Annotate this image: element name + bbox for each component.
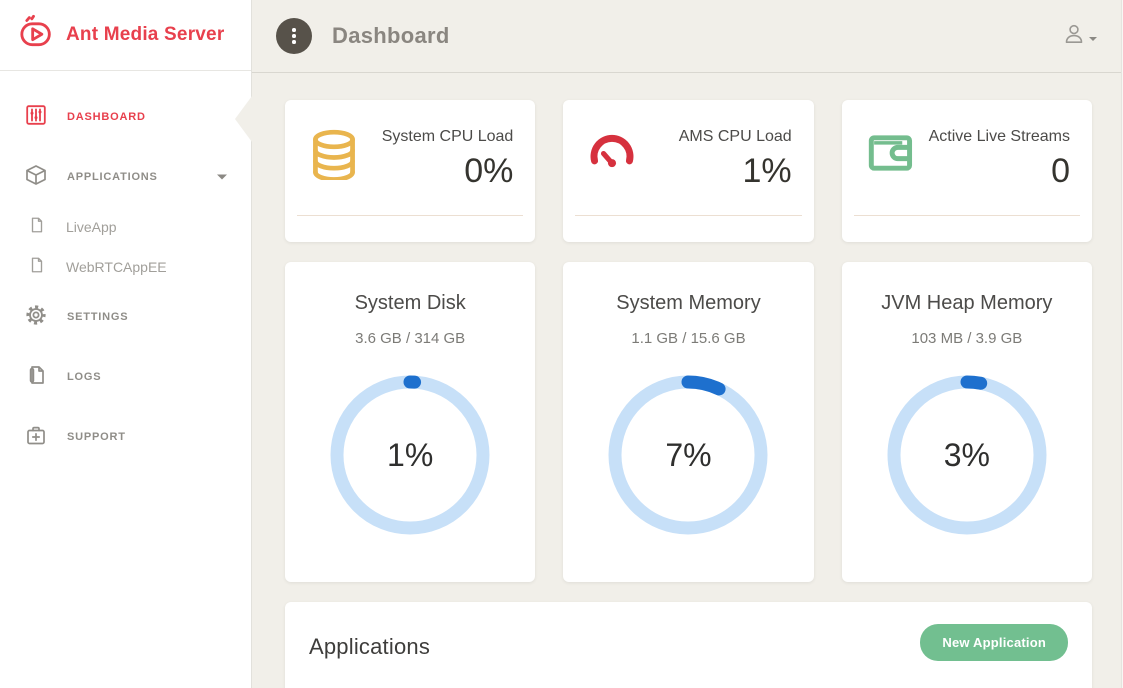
logo[interactable]: Ant Media Server <box>0 0 251 71</box>
sidebar-item-liveapp[interactable]: LiveApp <box>0 207 251 247</box>
new-application-button[interactable]: New Application <box>920 624 1068 661</box>
speedometer-icon <box>585 126 639 191</box>
gauge-title: System Memory <box>563 292 813 315</box>
sidebar-item-label: SUPPORT <box>67 431 126 443</box>
user-menu[interactable] <box>1062 22 1097 51</box>
gear-icon <box>24 303 48 332</box>
log-file-icon <box>24 363 48 392</box>
file-icon <box>28 256 46 279</box>
chevron-down-icon[interactable] <box>217 175 227 180</box>
sidebar-item-support[interactable]: SUPPORT <box>0 413 251 461</box>
sidebar-item-label: APPLICATIONS <box>67 171 158 183</box>
divider <box>575 215 801 216</box>
gauge-ring: 3% <box>885 373 1049 537</box>
sidebar-item-settings[interactable]: SETTINGS <box>0 293 251 341</box>
stat-label: AMS CPU Load <box>639 126 791 148</box>
kebab-menu-icon[interactable] <box>276 18 312 54</box>
sidebar-nav: DASHBOARD APPLICATIONS <box>0 71 251 461</box>
gauge-usage: 3.6 GB / 314 GB <box>285 330 535 347</box>
gauge-usage: 103 MB / 3.9 GB <box>842 330 1092 347</box>
gauge-title: JVM Heap Memory <box>842 292 1092 315</box>
gauge-card-system-memory: System Memory 1.1 GB / 15.6 GB 7% <box>563 262 813 582</box>
gauge-value: 1% <box>328 373 492 537</box>
sidebar: Ant Media Server DASHBOARD <box>0 0 252 688</box>
stat-cards-row: System CPU Load 0% <box>285 100 1092 242</box>
sidebar-item-dashboard[interactable]: DASHBOARD <box>0 93 251 141</box>
gauge-value: 3% <box>885 373 1049 537</box>
sidebar-item-label: LiveApp <box>66 219 117 235</box>
applications-section: Applications New Application <box>285 602 1092 688</box>
stat-value: 0 <box>918 152 1070 191</box>
stat-value: 1% <box>639 152 791 191</box>
database-icon <box>307 126 361 191</box>
stat-label: Active Live Streams <box>918 126 1070 148</box>
gauge-value: 7% <box>606 373 770 537</box>
stat-label: System CPU Load <box>361 126 513 148</box>
main-area: Dashboard <box>252 0 1123 688</box>
wallet-icon <box>864 126 918 191</box>
sliders-icon <box>24 103 48 132</box>
applications-title: Applications <box>309 634 430 660</box>
gauge-card-jvm-heap: JVM Heap Memory 103 MB / 3.9 GB 3% <box>842 262 1092 582</box>
sidebar-item-logs[interactable]: LOGS <box>0 353 251 401</box>
gauge-ring: 7% <box>606 373 770 537</box>
stat-card-active-streams: Active Live Streams 0 <box>842 100 1092 242</box>
sidebar-item-label: SETTINGS <box>67 311 128 323</box>
user-icon <box>1062 22 1086 51</box>
gauge-title: System Disk <box>285 292 535 315</box>
stat-card-ams-cpu: AMS CPU Load 1% <box>563 100 813 242</box>
sidebar-item-label: DASHBOARD <box>67 111 146 123</box>
stat-value: 0% <box>361 152 513 191</box>
gauge-cards-row: System Disk 3.6 GB / 314 GB 1% System Me… <box>285 262 1092 582</box>
sidebar-item-applications[interactable]: APPLICATIONS <box>0 153 251 201</box>
divider <box>297 215 523 216</box>
app-window: Ant Media Server DASHBOARD <box>0 0 1123 688</box>
ant-media-logo-icon <box>16 13 56 58</box>
logo-text: Ant Media Server <box>66 24 224 46</box>
gauge-ring: 1% <box>328 373 492 537</box>
first-aid-icon <box>24 423 48 452</box>
header: Dashboard <box>252 0 1123 73</box>
chevron-down-icon <box>1089 37 1097 41</box>
sidebar-item-webrtcappee[interactable]: WebRTCAppEE <box>0 247 251 287</box>
page-title: Dashboard <box>332 23 450 49</box>
dashboard-content: System CPU Load 0% <box>252 73 1123 688</box>
sidebar-item-label: LOGS <box>67 371 101 383</box>
file-icon <box>28 216 46 239</box>
sidebar-item-label: WebRTCAppEE <box>66 259 167 275</box>
box-icon <box>24 163 48 192</box>
gauge-usage: 1.1 GB / 15.6 GB <box>563 330 813 347</box>
gauge-card-system-disk: System Disk 3.6 GB / 314 GB 1% <box>285 262 535 582</box>
stat-card-system-cpu: System CPU Load 0% <box>285 100 535 242</box>
divider <box>854 215 1080 216</box>
